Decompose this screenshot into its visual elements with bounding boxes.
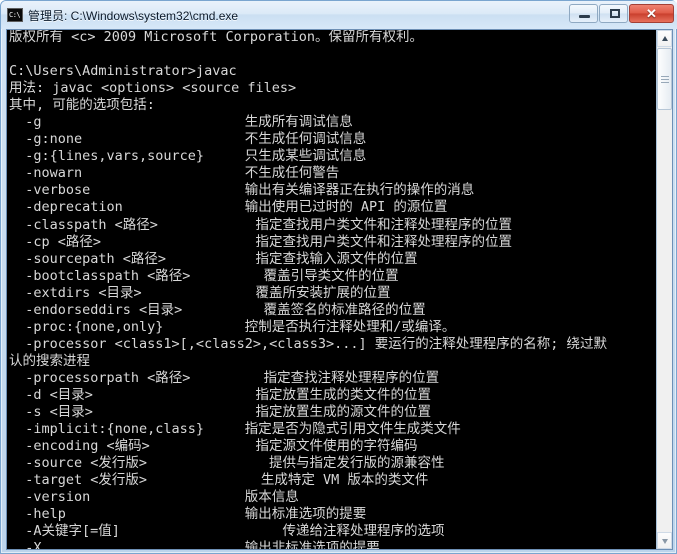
console-line: -g:none 不生成任何调试信息 — [9, 131, 367, 148]
console-client-area: 版权所有 <c> 2009 Microsoft Corporation。保留所有… — [6, 29, 673, 550]
console-line: -processorpath <路径> 指定查找注释处理程序的位置 — [9, 369, 440, 386]
console-line: -nowarn 不生成任何警告 — [9, 165, 340, 182]
title-bar[interactable]: 管理员: C:\Windows\system32\cmd.exe ✕ — [1, 1, 677, 29]
scrollbar-grip-icon — [661, 76, 669, 83]
console-line: -version 版本信息 — [9, 489, 299, 506]
console-line: -extdirs <目录> 覆盖所安装扩展的位置 — [9, 284, 391, 301]
window-controls: ✕ — [569, 4, 674, 23]
console-line: -A关键字[=值] 传递给注释处理程序的选项 — [9, 523, 445, 540]
console-text-surface[interactable]: 版权所有 <c> 2009 Microsoft Corporation。保留所有… — [7, 30, 656, 549]
console-line: -implicit:{none,class} 指定是否为隐式引用文件生成类文件 — [9, 421, 461, 438]
console-line: -deprecation 输出使用已过时的 API 的源位置 — [9, 199, 448, 216]
console-line: -source <发行版> 提供与指定发行版的源兼容性 — [9, 455, 445, 472]
vertical-scrollbar[interactable] — [656, 30, 672, 549]
scroll-down-button[interactable] — [657, 532, 672, 549]
window-title: 管理员: C:\Windows\system32\cmd.exe — [28, 8, 239, 23]
maximize-button[interactable] — [599, 4, 628, 23]
console-line: 其中, 可能的选项包括: — [9, 97, 155, 114]
console-line: -g 生成所有调试信息 — [9, 114, 353, 131]
console-line: -help 输出标准选项的提要 — [9, 506, 367, 523]
console-line: -X 输出非标准选项的提要 — [9, 540, 380, 549]
console-line: -proc:{none,only} 控制是否执行注释处理和/或编译。 — [9, 318, 456, 335]
minimize-icon — [579, 15, 590, 18]
scroll-up-button[interactable] — [657, 30, 672, 47]
console-line: -bootclasspath <路径> 覆盖引导类文件的位置 — [9, 267, 399, 284]
console-line: -encoding <编码> 指定源文件使用的字符编码 — [9, 438, 418, 455]
maximize-icon — [610, 9, 620, 18]
console-line: -g:{lines,vars,source} 只生成某些调试信息 — [9, 148, 367, 165]
console-line: 认的搜索进程 — [9, 352, 90, 369]
console-line: 版权所有 <c> 2009 Microsoft Corporation。保留所有… — [9, 30, 423, 45]
console-line: -s <目录> 指定放置生成的源文件的位置 — [9, 404, 431, 421]
minimize-button[interactable] — [569, 4, 598, 23]
console-output: 版权所有 <c> 2009 Microsoft Corporation。保留所有… — [7, 30, 656, 549]
close-icon: ✕ — [646, 6, 657, 21]
console-line: 用法: javac <options> <source files> — [9, 80, 297, 97]
console-line: -cp <路径> 指定查找用户类文件和注释处理程序的位置 — [9, 233, 512, 250]
scroll-down-arrow-icon — [662, 539, 668, 544]
scroll-up-arrow-icon — [662, 36, 668, 41]
console-line: -verbose 输出有关编译器正在执行的操作的消息 — [9, 182, 475, 199]
console-line: -classpath <路径> 指定查找用户类文件和注释处理程序的位置 — [9, 216, 512, 233]
console-line: -sourcepath <路径> 指定查找输入源文件的位置 — [9, 250, 418, 267]
console-line: -endorseddirs <目录> 覆盖签名的标准路径的位置 — [9, 301, 426, 318]
cmd-window: 管理员: C:\Windows\system32\cmd.exe ✕ 版权所有 … — [0, 0, 677, 554]
console-line: C:\Users\Administrator>javac — [9, 63, 237, 80]
close-button[interactable]: ✕ — [629, 4, 674, 23]
cmd-console-icon — [7, 8, 23, 22]
console-line: -d <目录> 指定放置生成的类文件的位置 — [9, 386, 431, 403]
scrollbar-thumb[interactable] — [657, 48, 672, 110]
console-line: -processor <class1>[,<class2>,<class3>..… — [9, 335, 608, 352]
console-line: -target <发行版> 生成特定 VM 版本的类文件 — [9, 472, 429, 489]
